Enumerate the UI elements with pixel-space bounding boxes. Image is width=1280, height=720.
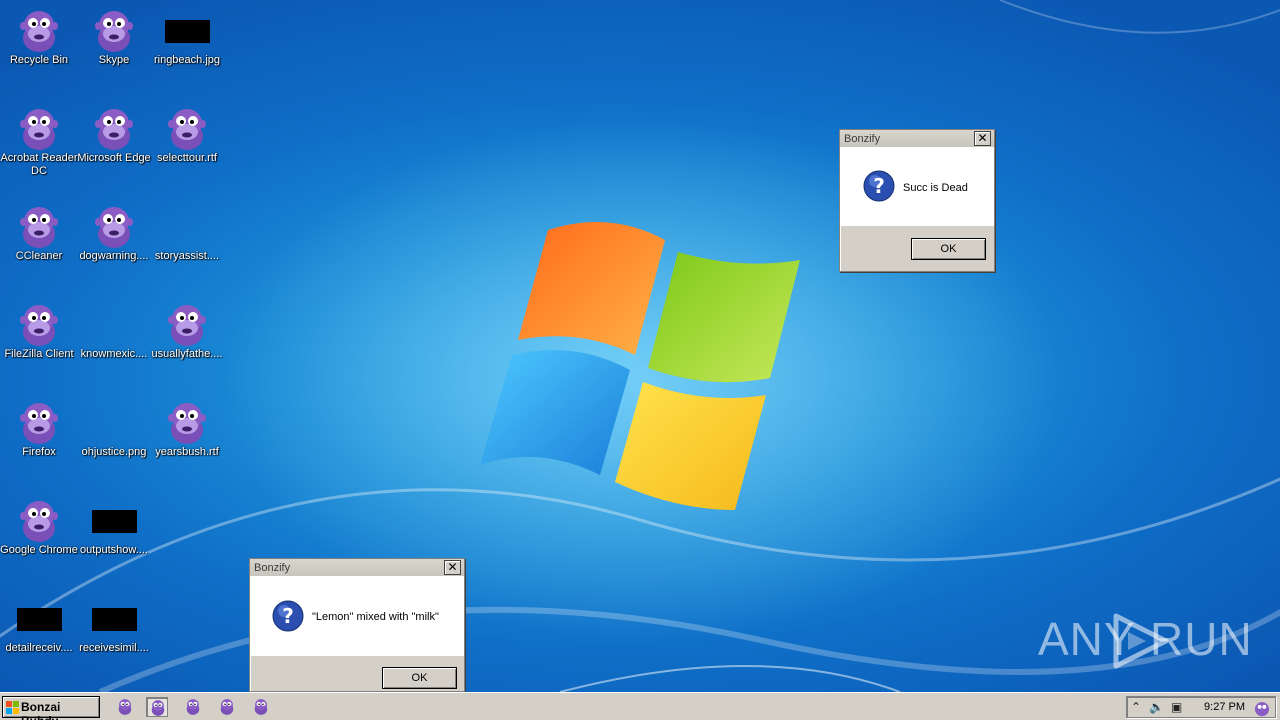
network-icon[interactable]: ▣	[1171, 700, 1182, 714]
taskbar-bonzi-icon[interactable]	[182, 697, 204, 717]
dialog-message: "Lemon" mixed with "milk"	[312, 611, 439, 623]
watermark-run: RUN	[1150, 613, 1253, 665]
desktop-icon[interactable]: dogwarning....	[75, 204, 153, 263]
desktop-icon[interactable]: detailreceiv....	[0, 596, 78, 655]
taskbar: Bonzai Buhdy ⌃ 🔈 ▣ 9:27 PM	[0, 692, 1280, 720]
blank-icon	[75, 400, 153, 446]
speaker-icon[interactable]: 🔈	[1149, 700, 1164, 714]
dialog-body: ? "Lemon" mixed with "milk"	[250, 577, 464, 656]
black-thumbnail-icon	[91, 510, 137, 533]
svg-text:?: ?	[282, 604, 294, 628]
taskbar-bonzi-icon[interactable]	[250, 697, 272, 717]
desktop-icon[interactable]: knowmexic....	[75, 302, 153, 361]
desktop-icon[interactable]: Acrobat Reader DC	[0, 106, 78, 178]
desktop-icon-label: Acrobat Reader DC	[0, 152, 78, 177]
bonzi-gorilla-icon	[20, 403, 58, 444]
desktop-icon[interactable]: Firefox	[0, 400, 78, 459]
black-thumbnail-icon	[91, 608, 137, 631]
blank-icon	[148, 204, 226, 250]
desktop-icon[interactable]: storyassist....	[148, 204, 226, 263]
desktop-icon[interactable]: FileZilla Client	[0, 302, 78, 361]
blank-icon	[75, 302, 153, 348]
start-label: Bonzai Buhdy	[21, 700, 61, 720]
windows-flag-icon	[6, 701, 19, 714]
desktop-icon-label: usuallyfathe....	[151, 348, 223, 360]
desktop-icon-label: yearsbush.rtf	[155, 446, 219, 458]
dialog-title: Bonzify	[844, 133, 881, 145]
svg-text:?: ?	[873, 174, 885, 198]
system-tray: ⌃ 🔈 ▣ 9:27 PM	[1126, 696, 1276, 718]
desktop-icon[interactable]: CCleaner	[0, 204, 78, 263]
bonzi-gorilla-icon	[95, 11, 133, 52]
desktop-icon[interactable]: Recycle Bin	[0, 8, 78, 67]
close-button[interactable]: ✕	[444, 560, 461, 575]
bonzi-tray-icon[interactable]	[1253, 699, 1271, 717]
desktop-icon[interactable]: receivesimil....	[75, 596, 153, 655]
start-button[interactable]: Bonzai Buhdy	[2, 696, 100, 720]
desktop-icon-label: dogwarning....	[79, 250, 149, 262]
bonzi-gorilla-icon	[95, 207, 133, 248]
dialog-message: Succ is Dead	[903, 182, 968, 194]
dialog-titlebar[interactable]: Bonzify ✕	[250, 559, 464, 577]
tray-expand-icon[interactable]: ⌃	[1131, 700, 1141, 714]
desktop-icon-label: detailreceiv....	[5, 642, 73, 654]
desktop-icon-label: Microsoft Edge	[77, 152, 151, 164]
desktop-icon-label: Skype	[98, 54, 130, 66]
close-button[interactable]: ✕	[974, 131, 991, 146]
bonzify-dialog-1: Bonzify ✕ ? Succ is Dead OK	[839, 129, 995, 272]
question-icon: ?	[272, 600, 304, 632]
desktop-icon[interactable]: outputshow....	[75, 498, 153, 557]
bonzi-gorilla-icon	[95, 109, 133, 150]
black-thumbnail-icon	[164, 20, 210, 43]
desktop-icon-label: ohjustice.png	[81, 446, 147, 458]
bonzi-gorilla-icon	[168, 305, 206, 346]
dialog-titlebar[interactable]: Bonzify ✕	[840, 130, 994, 148]
desktop-icon-label: Firefox	[22, 446, 56, 458]
desktop-icon-label: knowmexic....	[80, 348, 148, 360]
desktop-icon[interactable]: usuallyfathe....	[148, 302, 226, 361]
desktop-icon[interactable]: ohjustice.png	[75, 400, 153, 459]
clock[interactable]: 9:27 PM	[1204, 701, 1245, 713]
desktop-icon[interactable]: Microsoft Edge	[75, 106, 153, 165]
windows-logo	[480, 222, 800, 510]
taskbar-bonzi-icon[interactable]	[114, 697, 136, 717]
anyrun-watermark: ANY RUN	[1038, 612, 1252, 670]
ok-button[interactable]: OK	[911, 238, 986, 260]
bonzi-gorilla-icon	[168, 403, 206, 444]
bonzi-gorilla-icon	[20, 11, 58, 52]
desktop-icon-label: CCleaner	[15, 250, 63, 262]
desktop-icon-label: outputshow....	[80, 544, 148, 556]
taskbar-bonzi-icon[interactable]	[146, 697, 168, 717]
desktop-icon-label: FileZilla Client	[4, 348, 74, 360]
bonzi-gorilla-icon	[20, 207, 58, 248]
bonzi-gorilla-icon	[168, 109, 206, 150]
desktop-icon-label: ringbeach.jpg	[153, 54, 221, 66]
ok-button[interactable]: OK	[382, 667, 457, 689]
bonzi-gorilla-icon	[20, 501, 58, 542]
desktop-icon-label: Recycle Bin	[9, 54, 69, 66]
desktop-icon[interactable]: Google Chrome	[0, 498, 78, 557]
desktop-icon[interactable]: ringbeach.jpg	[148, 8, 226, 67]
bonzi-gorilla-icon	[20, 305, 58, 346]
dialog-body: ? Succ is Dead	[840, 148, 994, 226]
dialog-title: Bonzify	[254, 562, 291, 574]
taskbar-bonzi-icon[interactable]	[216, 697, 238, 717]
desktop-icon[interactable]: Skype	[75, 8, 153, 67]
black-thumbnail-icon	[16, 608, 62, 631]
desktop-icon-label: Google Chrome	[0, 544, 78, 556]
bonzi-gorilla-icon	[20, 109, 58, 150]
desktop-icon-label: selecttour.rtf	[157, 152, 217, 164]
desktop-icon[interactable]: yearsbush.rtf	[148, 400, 226, 459]
desktop-icon-label: storyassist....	[154, 250, 220, 262]
question-icon: ?	[863, 170, 895, 202]
desktop-icon[interactable]: selecttour.rtf	[148, 106, 226, 165]
desktop-icon-label: receivesimil....	[79, 642, 149, 654]
bonzify-dialog-2: Bonzify ✕ ? "Lemon" mixed with "milk" OK	[249, 558, 465, 692]
